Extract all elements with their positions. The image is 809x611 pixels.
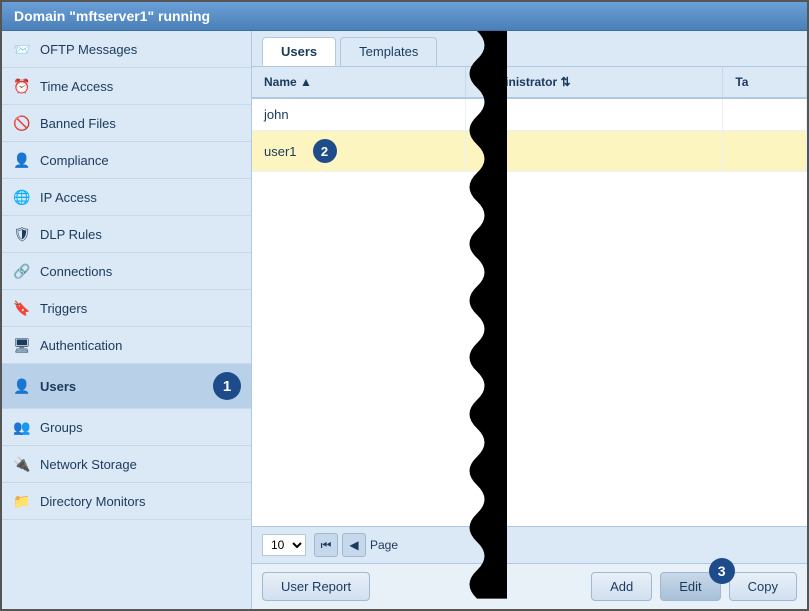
- dlp-rules-icon: 🛡: [12, 224, 32, 244]
- main-window: Domain "mftserver1" running 📨 OFTP Messa…: [0, 0, 809, 611]
- sidebar-item-connections[interactable]: 🔗 Connections: [2, 253, 251, 290]
- users-table-container: Name ▲ Administrator ⇅ Ta: [252, 67, 807, 526]
- users-table: Name ▲ Administrator ⇅ Ta: [252, 67, 807, 172]
- right-panel: Users Templates Name ▲: [252, 31, 807, 609]
- authentication-icon: 🖥: [12, 335, 32, 355]
- groups-icon: 👥: [12, 417, 32, 437]
- sidebar-label-directory-monitors: Directory Monitors: [40, 494, 241, 509]
- sidebar-label-connections: Connections: [40, 264, 241, 279]
- connections-icon: 🔗: [12, 261, 32, 281]
- ip-access-icon: 🌐: [12, 187, 32, 207]
- add-button[interactable]: Add: [591, 572, 652, 601]
- compliance-icon: 👤: [12, 150, 32, 170]
- sidebar-item-banned-files[interactable]: 🚫 Banned Files: [2, 105, 251, 142]
- tab-users[interactable]: Users: [262, 37, 336, 66]
- tabs-bar: Users Templates: [252, 31, 807, 67]
- sidebar-item-authentication[interactable]: 🖥 Authentication: [2, 327, 251, 364]
- user-ta-user1: [723, 131, 807, 172]
- title-bar: Domain "mftserver1" running: [2, 2, 807, 31]
- user-name-user1: user1 2: [252, 131, 466, 171]
- prev-page-button[interactable]: ◀: [342, 533, 366, 557]
- row-badge-2: 2: [313, 139, 337, 163]
- actions-bar: User Report Add Edit 3 Copy: [252, 563, 807, 609]
- sidebar-item-compliance[interactable]: 👤 Compliance: [2, 142, 251, 179]
- sidebar-label-time-access: Time Access: [40, 79, 241, 94]
- edit-button-container: Edit 3: [660, 572, 720, 601]
- sidebar-label-groups: Groups: [40, 420, 241, 435]
- user-administrator-user1: [466, 131, 723, 172]
- sidebar-label-network-storage: Network Storage: [40, 457, 241, 472]
- tab-templates[interactable]: Templates: [340, 37, 437, 66]
- table-body: john user1 2: [252, 98, 807, 172]
- network-storage-icon: 🔌: [12, 454, 32, 474]
- sidebar: 📨 OFTP Messages ⏰ Time Access 🚫 Banned F…: [2, 31, 252, 609]
- directory-monitors-icon: 📁: [12, 491, 32, 511]
- sidebar-item-groups[interactable]: 👥 Groups: [2, 409, 251, 446]
- sidebar-label-authentication: Authentication: [40, 338, 241, 353]
- sidebar-label-banned-files: Banned Files: [40, 116, 241, 131]
- sidebar-item-directory-monitors[interactable]: 📁 Directory Monitors: [2, 483, 251, 520]
- per-page-select[interactable]: 10 25 50: [262, 534, 306, 556]
- user-administrator-john: [466, 98, 723, 131]
- page-label: Page: [370, 538, 398, 552]
- users-badge: 1: [213, 372, 241, 400]
- sidebar-label-users: Users: [40, 379, 207, 394]
- oftp-messages-icon: 📨: [12, 39, 32, 59]
- sidebar-label-oftp-messages: OFTP Messages: [40, 42, 241, 57]
- users-icon: 👤: [12, 376, 32, 396]
- sidebar-item-time-access[interactable]: ⏰ Time Access: [2, 68, 251, 105]
- triggers-icon: 🔖: [12, 298, 32, 318]
- main-content: 📨 OFTP Messages ⏰ Time Access 🚫 Banned F…: [2, 31, 807, 609]
- sidebar-item-network-storage[interactable]: 🔌 Network Storage: [2, 446, 251, 483]
- user-ta-john: [723, 98, 807, 131]
- user-name-john: john: [252, 98, 466, 131]
- sidebar-item-users[interactable]: 👤 Users 1: [2, 364, 251, 409]
- copy-button[interactable]: Copy: [729, 572, 797, 601]
- table-row[interactable]: john: [252, 98, 807, 131]
- sidebar-label-triggers: Triggers: [40, 301, 241, 316]
- edit-badge-3: 3: [709, 558, 735, 584]
- user-report-button[interactable]: User Report: [262, 572, 370, 601]
- window-title: Domain "mftserver1" running: [14, 8, 210, 24]
- table-row[interactable]: user1 2: [252, 131, 807, 172]
- first-page-button[interactable]: ⏮: [314, 533, 338, 557]
- table-header: Name ▲ Administrator ⇅ Ta: [252, 67, 807, 98]
- col-ta: Ta: [723, 67, 807, 98]
- sidebar-label-dlp-rules: DLP Rules: [40, 227, 241, 242]
- sidebar-item-triggers[interactable]: 🔖 Triggers: [2, 290, 251, 327]
- col-administrator: Administrator ⇅: [466, 67, 723, 98]
- sidebar-label-ip-access: IP Access: [40, 190, 241, 205]
- sidebar-label-compliance: Compliance: [40, 153, 241, 168]
- banned-files-icon: 🚫: [12, 113, 32, 133]
- col-name: Name ▲: [252, 67, 466, 98]
- sidebar-item-dlp-rules[interactable]: 🛡 DLP Rules: [2, 216, 251, 253]
- content-area: Name ▲ Administrator ⇅ Ta: [252, 67, 807, 609]
- time-access-icon: ⏰: [12, 76, 32, 96]
- sidebar-item-ip-access[interactable]: 🌐 IP Access: [2, 179, 251, 216]
- sidebar-item-oftp-messages[interactable]: 📨 OFTP Messages: [2, 31, 251, 68]
